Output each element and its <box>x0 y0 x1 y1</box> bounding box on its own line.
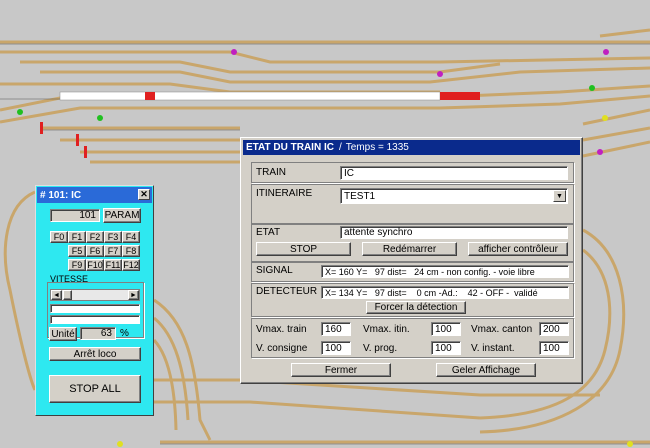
etat-value: attente synchro <box>344 227 413 238</box>
speed-value: 63 <box>100 328 112 339</box>
etat-label: ETAT <box>256 227 281 238</box>
etat-window-titlebar: ETAT DU TRAIN IC / Temps = 1335 <box>243 140 580 155</box>
loco-address-field: 101 <box>50 209 100 222</box>
vmax-canton-label: Vmax. canton <box>471 324 533 335</box>
function-key-f0[interactable]: F0 <box>50 231 68 243</box>
signal-field: X= 160 Y= 97 dist= 24 cm - non config. -… <box>321 265 569 278</box>
param-button[interactable]: PARAM <box>103 208 141 223</box>
etat-window-title: ETAT DU TRAIN IC <box>246 142 334 153</box>
title-separator: / <box>338 142 342 153</box>
v-instant-field: 100 <box>539 341 569 355</box>
function-key-f9[interactable]: F9 <box>68 259 86 271</box>
afficher-controleur-button[interactable]: afficher contrôleur <box>468 242 568 256</box>
v-consigne-field: 100 <box>321 341 351 355</box>
vmax-train-value: 160 <box>325 323 342 335</box>
v-instant-label: V. instant. <box>471 343 515 354</box>
vmax-canton-field: 200 <box>539 322 569 336</box>
vmax-canton-value: 200 <box>543 323 560 335</box>
stop-all-button[interactable]: STOP ALL <box>49 375 141 403</box>
speed-scrollbar[interactable]: ◄ ► <box>50 289 140 301</box>
function-key-f6[interactable]: F6 <box>86 245 104 257</box>
vmax-itin-field: 100 <box>431 322 461 336</box>
redemarrer-button[interactable]: Redémarrer <box>362 242 457 256</box>
detecteur-label: DETECTEUR <box>256 286 318 297</box>
arret-loco-button[interactable]: Arrêt loco <box>49 347 141 361</box>
forcer-detection-button[interactable]: Forcer la détection <box>366 301 466 314</box>
vmax-train-field: 160 <box>321 322 351 336</box>
train-field[interactable]: IC <box>340 166 568 180</box>
function-key-f8[interactable]: F8 <box>122 245 140 257</box>
train-value: IC <box>344 167 354 179</box>
scroll-right-button[interactable]: ► <box>128 290 139 300</box>
loco-panel-titlebar: # 101: IC ✕ <box>37 187 152 203</box>
function-key-f12[interactable]: F12 <box>122 259 140 271</box>
train-ic <box>59 91 480 101</box>
function-key-f7[interactable]: F7 <box>104 245 122 257</box>
v-consigne-label: V. consigne <box>256 343 308 354</box>
function-key-f10[interactable]: F10 <box>86 259 104 271</box>
etat-train-window: ETAT DU TRAIN IC / Temps = 1335 TRAIN IC… <box>240 137 583 384</box>
v-consigne-value: 100 <box>325 342 342 354</box>
itineraire-select[interactable]: TEST1 ▼ <box>340 188 568 204</box>
v-prog-value: 100 <box>435 342 452 354</box>
scroll-thumb[interactable] <box>63 290 72 300</box>
function-key-f1[interactable]: F1 <box>68 231 86 243</box>
chevron-down-icon[interactable]: ▼ <box>553 190 566 202</box>
scroll-left-button[interactable]: ◄ <box>51 290 62 300</box>
stop-button[interactable]: STOP <box>256 242 351 256</box>
percent-label: % <box>120 328 129 339</box>
itineraire-label: ITINERAIRE <box>256 188 313 199</box>
geler-affichage-button[interactable]: Geler Affichage <box>436 363 536 377</box>
function-key-f3[interactable]: F3 <box>104 231 122 243</box>
itineraire-value: TEST1 <box>344 190 376 202</box>
vmax-itin-label: Vmax. itin. <box>363 324 410 335</box>
function-key-f4[interactable]: F4 <box>122 231 140 243</box>
v-prog-label: V. prog. <box>363 343 398 354</box>
fermer-button[interactable]: Fermer <box>291 363 391 377</box>
loco-control-panel: # 101: IC ✕ 101 PARAM F0 F1 F2 F3 F4 F5 F6 F7 F8… <box>35 185 154 416</box>
unite-button[interactable]: Unité <box>49 327 77 341</box>
vmax-train-label: Vmax. train <box>256 324 307 335</box>
speed-value-field[interactable]: 63 <box>80 327 116 340</box>
function-key-f2[interactable]: F2 <box>86 231 104 243</box>
loco-panel-title: # 101: IC <box>40 189 82 201</box>
v-instant-value: 100 <box>543 342 560 354</box>
function-key-f5[interactable]: F5 <box>68 245 86 257</box>
signal-label: SIGNAL <box>256 265 293 276</box>
title-time: Temps = 1335 <box>345 142 409 153</box>
v-prog-field: 100 <box>431 341 461 355</box>
train-label: TRAIN <box>256 167 286 178</box>
etat-field: attente synchro <box>340 226 568 239</box>
loco-address: 101 <box>79 210 96 221</box>
speed-bar-1 <box>50 304 140 313</box>
speed-bar-2 <box>50 315 140 324</box>
vmax-itin-value: 100 <box>435 323 452 335</box>
detecteur-value: X= 134 Y= 97 dist= 0 cm -Ad.: 42 - OFF -… <box>325 287 538 298</box>
close-icon[interactable]: ✕ <box>138 189 150 200</box>
detecteur-field: X= 134 Y= 97 dist= 0 cm -Ad.: 42 - OFF -… <box>321 286 569 299</box>
function-key-f11[interactable]: F11 <box>104 259 122 271</box>
signal-value: X= 160 Y= 97 dist= 24 cm - non config. -… <box>325 266 535 277</box>
